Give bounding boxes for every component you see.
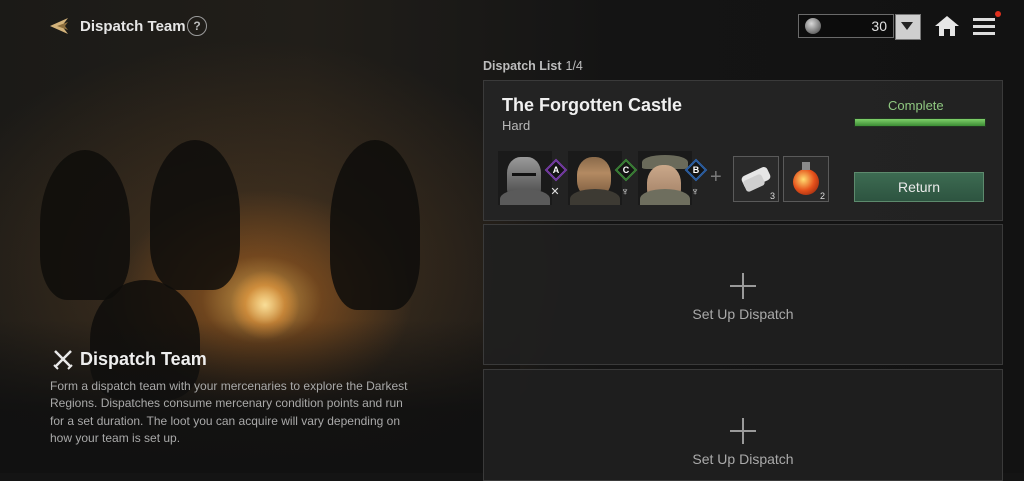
dispatch-slot-empty[interactable]: Set Up Dispatch [483,224,1003,365]
dagger-icon: ♆ [620,186,630,198]
potion-icon[interactable]: 2 [783,156,829,202]
dispatch-card-active[interactable]: The Forgotten Castle Hard Complete A ✕ C… [483,80,1003,221]
plus-icon: + [710,166,722,188]
currency-amount: 30 [871,18,887,34]
chevron-down-icon [901,22,913,30]
page-title: Dispatch Team [80,18,186,35]
loot-quantity: 3 [769,191,775,201]
section-description: Form a dispatch team with your mercenari… [50,379,408,445]
coin-icon [805,18,821,34]
plus-icon [730,418,756,444]
dispatch-progress-bar [854,118,986,127]
set-up-dispatch-label: Set Up Dispatch [692,306,794,322]
mercenary-silhouette [40,150,130,300]
hamburger-menu-icon[interactable] [973,15,995,37]
back-arrow-icon[interactable] [48,16,70,36]
bandage-icon[interactable]: 3 [733,156,779,202]
section-title: Dispatch Team [80,349,207,369]
mercenary-portrait-knight[interactable] [498,151,552,205]
mission-name: The Forgotten Castle [502,95,683,115]
plus-icon [730,273,756,299]
crossed-swords-icon [53,350,73,370]
mercenary-portrait-witch[interactable] [638,151,692,205]
currency-display: 30 [798,14,894,38]
mercenary-silhouette [150,140,240,290]
currency-dropdown-button[interactable] [895,14,921,40]
dispatch-status: Complete [888,98,944,113]
loot-quantity: 2 [819,191,825,201]
mercenary-silhouette [330,140,420,310]
return-button[interactable]: Return [854,172,984,202]
mercenary-portrait-rogue[interactable] [568,151,622,205]
crossed-swords-icon: ✕ [550,186,560,198]
mission-difficulty: Hard [502,118,531,133]
top-bar: Dispatch Team ? 30 [0,0,1024,52]
dispatch-list-label: Dispatch List [483,59,562,73]
home-icon[interactable] [934,14,960,38]
dagger-icon: ♆ [690,186,700,198]
dispatch-list-header: Dispatch List 1/4 [483,59,583,73]
notification-dot [995,11,1001,17]
dispatch-slot-empty[interactable]: Set Up Dispatch [483,369,1003,481]
help-icon[interactable]: ? [187,16,207,36]
set-up-dispatch-label: Set Up Dispatch [692,451,794,467]
dispatch-list-count: 1/4 [565,59,583,73]
